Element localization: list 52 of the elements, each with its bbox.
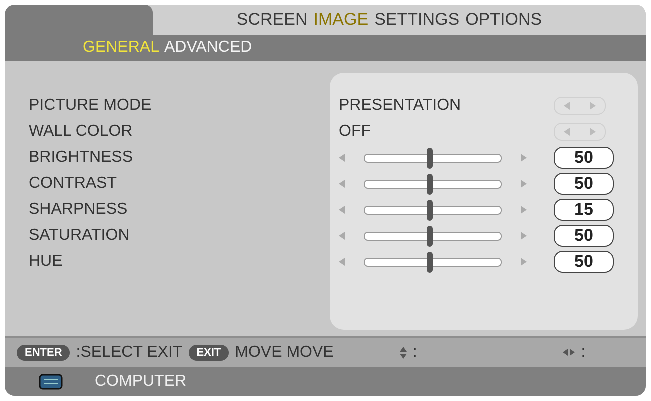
setting-label: PICTURE MODE	[28, 97, 153, 115]
setting-value: 50	[554, 251, 614, 273]
monitor-port-icon	[39, 374, 63, 390]
setting-label: SHARPNESS	[28, 201, 129, 219]
slider-thumb[interactable]	[427, 174, 434, 194]
setting-value: 50	[554, 173, 614, 195]
menu-tab[interactable]: SCREEN	[236, 10, 308, 30]
left-arrow-icon	[339, 180, 346, 188]
slider-thumb[interactable]	[427, 200, 434, 220]
slider[interactable]	[364, 200, 502, 220]
sub-tab[interactable]: ADVANCED	[164, 39, 252, 57]
slider[interactable]	[364, 148, 502, 168]
left-right-arrows-icon	[563, 349, 576, 356]
setting-value: 15	[554, 199, 614, 221]
key-badge: EXIT	[188, 344, 230, 360]
left-arrow-icon	[339, 154, 346, 162]
right-arrow-icon	[520, 180, 527, 188]
setting-value: OFF	[339, 123, 372, 141]
input-source-label: COMPUTER	[95, 372, 187, 390]
left-arrow-icon	[339, 206, 346, 214]
hint-text: :	[581, 344, 586, 362]
left-arrow-icon	[339, 258, 346, 266]
setting-value: 50	[554, 147, 614, 169]
menu-tab[interactable]: OPTIONS	[466, 10, 542, 30]
setting-label: BRIGHTNESS	[28, 149, 134, 167]
right-arrow-icon	[589, 102, 596, 110]
setting-label: CONTRAST	[28, 175, 118, 193]
setting-label: SATURATION	[28, 227, 131, 245]
left-arrow-icon	[564, 128, 571, 136]
setting-value: 50	[554, 225, 614, 247]
hint-text: MOVE MOVE	[235, 344, 334, 362]
right-arrow-icon	[520, 232, 527, 240]
menu-tab[interactable]: SETTINGS	[374, 10, 460, 30]
slider-thumb[interactable]	[427, 252, 434, 272]
right-arrow-icon	[520, 258, 527, 266]
setting-label: HUE	[28, 253, 64, 271]
right-arrow-icon	[520, 154, 527, 162]
slider[interactable]	[364, 174, 502, 194]
slider[interactable]	[364, 226, 502, 246]
left-arrow-icon	[339, 232, 346, 240]
right-arrow-icon	[520, 206, 527, 214]
hint-text: :	[412, 344, 418, 362]
up-down-arrows-icon	[400, 346, 407, 358]
left-arrow-icon	[564, 102, 571, 110]
key-badge: ENTER	[17, 344, 70, 360]
setting-value: PRESENTATION	[339, 97, 462, 115]
hint-text: :SELECT EXIT	[76, 344, 183, 362]
slider-thumb[interactable]	[427, 148, 434, 168]
slider[interactable]	[364, 252, 502, 272]
slider-thumb[interactable]	[427, 226, 434, 246]
setting-label: WALL COLOR	[28, 123, 134, 141]
right-arrow-icon	[589, 128, 596, 136]
